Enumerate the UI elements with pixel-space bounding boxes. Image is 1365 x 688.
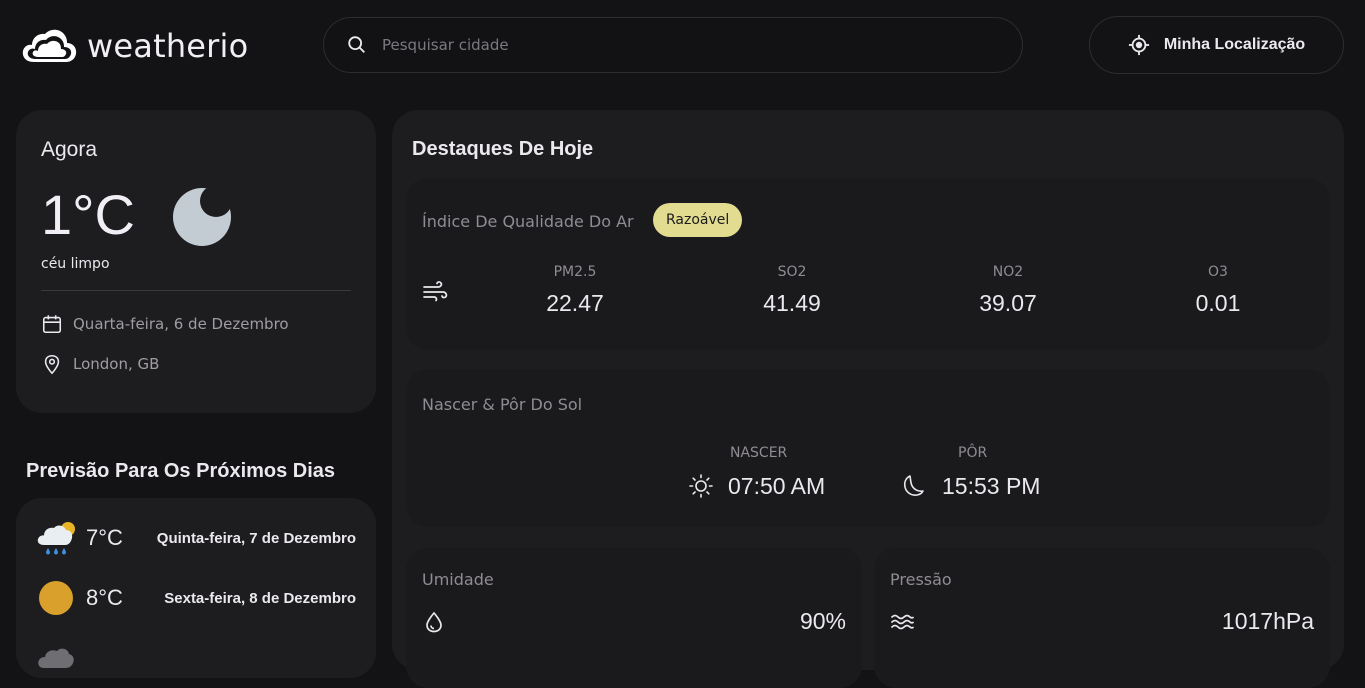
forecast-card: 7°C Quinta-feira, 7 de Dezembro 8°C Sext… [16, 498, 376, 678]
air-quality-badge: Razoável [653, 203, 743, 237]
pressure-title: Pressão [890, 570, 952, 589]
pressure-card: Pressão 1017hPa [874, 548, 1330, 688]
search-bar[interactable] [323, 17, 1023, 73]
highlights-title: Destaques De Hoje [412, 138, 594, 160]
sun-outline-icon [689, 474, 713, 498]
wind-icon [423, 281, 448, 302]
my-location-label: Minha Localização [1163, 36, 1306, 53]
humidity-card: Umidade 90% [406, 548, 862, 688]
aq-label: O3 [1208, 264, 1228, 280]
forecast-row-partial [36, 636, 356, 680]
forecast-title: Previsão Para Os Próximos Dias [26, 460, 336, 482]
moon-icon [173, 185, 232, 246]
forecast-row: 7°C Quinta-feira, 7 de Dezembro [36, 516, 356, 560]
my-location-button[interactable]: Minha Localização [1089, 16, 1344, 74]
crosshair-icon [1128, 34, 1149, 56]
search-icon [348, 36, 365, 53]
aq-item-pm25: PM2.5 22.47 [505, 264, 645, 317]
aq-value: 41.49 [763, 290, 821, 316]
forecast-temperature: 7°C [86, 525, 123, 550]
logo[interactable]: weatherio [20, 24, 248, 68]
cloud-icon [38, 648, 74, 668]
air-quality-title: Índice De Qualidade Do Ar [422, 212, 634, 231]
current-description: céu limpo [41, 256, 110, 272]
forecast-row: 8°C Sexta-feira, 8 de Dezembro [36, 576, 356, 620]
aq-label: SO2 [777, 264, 807, 280]
air-quality-card: Índice De Qualidade Do Ar Razoável PM2.5… [406, 178, 1330, 350]
divider [41, 290, 351, 291]
aq-item-o3: O3 0.01 [1148, 264, 1288, 317]
waves-icon [891, 614, 914, 630]
aq-label: NO2 [992, 264, 1024, 280]
aq-item-so2: SO2 41.49 [722, 264, 862, 317]
logo-text: weatherio [87, 27, 249, 65]
cloud-logo-icon [22, 29, 77, 62]
sunrise-sunset-card: Nascer & Pôr Do Sol NASCER 07:50 AM PÔR … [406, 369, 1330, 527]
aq-value: 39.07 [979, 290, 1037, 316]
highlights-card: Destaques De Hoje Índice De Qualidade Do… [392, 110, 1344, 688]
current-weather-card: Agora 1°C céu limpo Quarta-feira, 6 de D… [16, 110, 376, 413]
humidity-value: 90% [799, 608, 846, 634]
forecast-date: Quinta-feira, 7 de Dezembro [156, 529, 356, 547]
map-pin-icon [44, 354, 60, 375]
sunrise-sunset-title: Nascer & Pôr Do Sol [422, 395, 583, 414]
forecast-date: Sexta-feira, 8 de Dezembro [164, 589, 356, 607]
current-location: London, GB [73, 355, 160, 373]
moon-outline-icon [903, 475, 924, 496]
aq-item-no2: NO2 39.07 [938, 264, 1078, 317]
header: weatherio Minha Localização [0, 0, 1365, 90]
humidity-title: Umidade [422, 570, 494, 589]
sunrise-time: 07:50 AM [728, 473, 826, 499]
current-date: Quarta-feira, 6 de Dezembro [73, 315, 289, 333]
aq-label: PM2.5 [553, 264, 597, 280]
current-date-row: Quarta-feira, 6 de Dezembro [41, 313, 289, 335]
current-temperature: 1°C [41, 183, 135, 246]
aq-value: 0.01 [1195, 290, 1241, 316]
sunset-time: 15:53 PM [942, 473, 1041, 499]
sun-icon [39, 581, 73, 615]
current-title: Agora [41, 138, 98, 161]
droplet-icon [426, 611, 442, 633]
pressure-value: 1017hPa [1221, 608, 1314, 634]
forecast-temperature: 8°C [86, 585, 123, 610]
sunrise-label: NASCER [730, 445, 788, 461]
rain-cloud-sun-icon [37, 522, 75, 555]
current-location-row: London, GB [41, 353, 159, 375]
aq-value: 22.47 [546, 290, 604, 316]
calendar-icon [42, 315, 62, 334]
sunset-label: PÔR [958, 445, 988, 461]
search-input[interactable] [382, 36, 982, 54]
